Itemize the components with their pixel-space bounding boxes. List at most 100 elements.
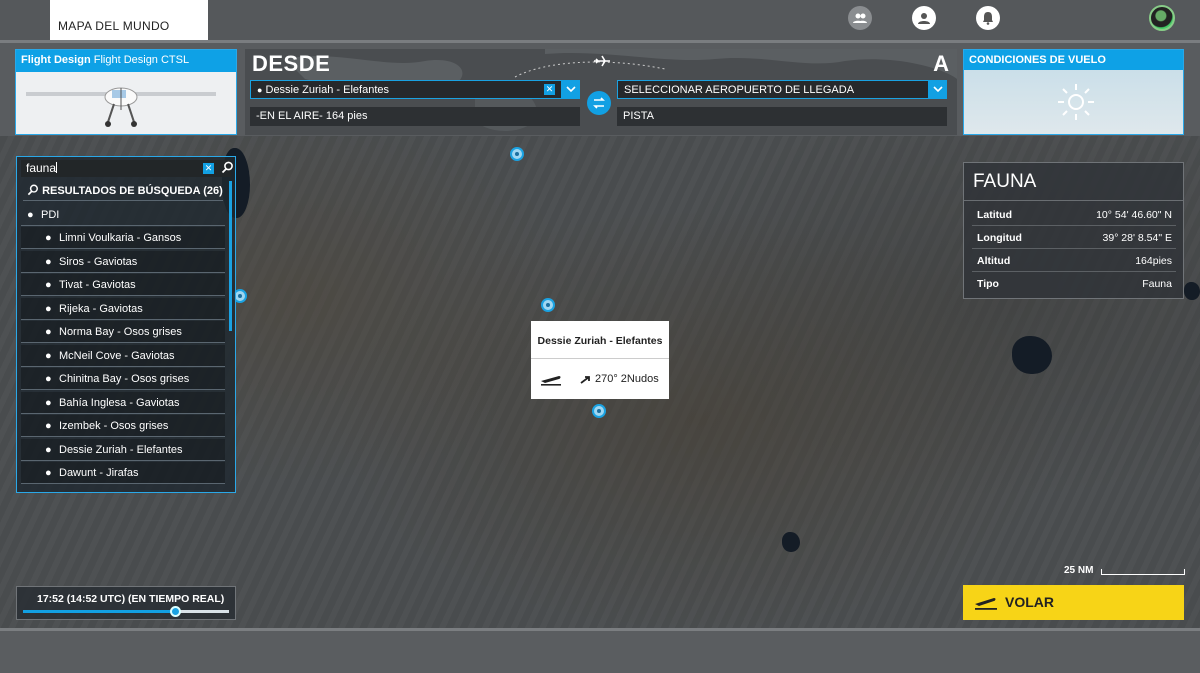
swap-icon <box>593 97 605 109</box>
sun-icon <box>1058 84 1094 120</box>
to-heading: A <box>933 51 949 76</box>
result-item-label: Limni Voulkaria - Gansos <box>59 232 182 244</box>
aircraft-brand: Flight Design <box>21 54 91 66</box>
result-item-label: Dessie Zuriah - Elefantes <box>59 443 183 456</box>
takeoff-icon[interactable] <box>539 371 563 387</box>
scale-bar: 25 NM <box>1064 565 1185 576</box>
search-panel: fauna ✕ RESULTADOS DE BÚSQUEDA (26) ● PDI… <box>16 156 236 493</box>
location-pin-icon: ● <box>45 373 52 385</box>
text-caret <box>56 162 58 173</box>
result-category[interactable]: ● PDI <box>21 204 225 226</box>
result-item-label: Norma Bay - Osos grises <box>59 326 182 338</box>
info-value: 164pies <box>1135 255 1172 267</box>
result-item[interactable]: ● Izembek - Osos grises <box>21 415 225 437</box>
user-avatar[interactable] <box>1149 5 1175 31</box>
result-item[interactable]: ● Rijeka - Gaviotas <box>21 297 225 320</box>
route-panel: DESDE A ● Dessie Zuriah - Elefantes ✕ SE… <box>245 49 957 135</box>
aircraft-model: Flight Design CTSL <box>93 54 190 66</box>
time-slider-handle[interactable] <box>170 606 182 617</box>
tab-world-map[interactable]: MAPA DEL MUNDO <box>50 0 208 40</box>
arrival-runway[interactable]: PISTA <box>617 107 947 126</box>
location-pin-icon: ● <box>45 443 52 456</box>
fly-button[interactable]: VOLAR <box>963 585 1184 620</box>
fly-label: VOLAR <box>1005 594 1054 610</box>
clear-departure-icon[interactable]: ✕ <box>544 84 555 95</box>
map-lake <box>782 532 800 552</box>
result-item-label: Dawunt - Jirafas <box>59 467 139 479</box>
map-poi-pin[interactable] <box>541 298 555 312</box>
takeoff-icon <box>975 598 997 610</box>
location-pin-icon: ● <box>27 209 34 221</box>
departure-value: Dessie Zuriah - Elefantes <box>265 84 390 96</box>
scale-label: 25 NM <box>1064 565 1094 576</box>
category-label: PDI <box>41 209 60 221</box>
departure-status[interactable]: -EN EL AIRE- 164 pies <box>250 107 580 126</box>
search-results-label: RESULTADOS DE BÚSQUEDA (26) <box>42 185 223 197</box>
location-pin-icon: ● <box>45 279 52 291</box>
location-pin-icon: ● <box>45 420 52 432</box>
top-bar: MAPA DEL MUNDO <box>0 0 1200 40</box>
result-item-label: Siros - Gaviotas <box>59 255 138 268</box>
result-item[interactable]: ● Dessie Zuriah - Elefantes <box>21 438 225 461</box>
time-panel: 17:52 (14:52 UTC) (EN TIEMPO REAL) <box>16 586 236 620</box>
result-item[interactable]: ● Chinitna Bay - Osos grises <box>21 368 225 390</box>
location-pin-icon: ● <box>257 85 263 95</box>
info-row-altitude: Altitud 164pies <box>972 249 1176 272</box>
info-value: 39° 28' 8.54" E <box>1102 232 1172 244</box>
search-input[interactable]: fauna <box>21 160 231 177</box>
profile-icon[interactable] <box>912 6 936 30</box>
scale-ruler <box>1101 569 1185 575</box>
chevron-down-icon[interactable] <box>928 80 947 99</box>
result-item[interactable]: ● Bahía Inglesa - Gaviotas <box>21 391 225 414</box>
flight-conditions-card[interactable]: CONDICIONES DE VUELO <box>963 49 1184 135</box>
result-item[interactable]: ● McNeil Cove - Gaviotas <box>21 344 225 367</box>
wind-icon <box>580 376 590 384</box>
chevron-down-icon[interactable] <box>561 80 580 99</box>
friends-icon[interactable] <box>848 6 872 30</box>
map-poi-pin-selected[interactable] <box>592 404 606 418</box>
wind-info: 270° 2Nudos <box>595 373 659 385</box>
flight-plan-strip: Flight Design Flight Design CTSL DESDE A… <box>0 40 1200 136</box>
result-item[interactable]: ● Limni Voulkaria - Gansos <box>21 227 225 249</box>
map-poi-pin[interactable] <box>510 147 524 161</box>
info-title: FAUNA <box>964 163 1183 201</box>
location-pin-icon: ● <box>45 349 52 362</box>
result-item[interactable]: ● Norma Bay - Osos grises <box>21 321 225 343</box>
aircraft-title: Flight Design Flight Design CTSL <box>16 50 236 72</box>
departure-select[interactable]: ● Dessie Zuriah - Elefantes ✕ <box>250 80 580 99</box>
result-item-label: Bahía Inglesa - Gaviotas <box>59 396 180 409</box>
bottom-bar <box>0 628 1200 673</box>
plane-icon <box>594 55 610 67</box>
aircraft-image <box>26 87 216 127</box>
poi-popup[interactable]: Dessie Zuriah - Elefantes 270° 2Nudos <box>531 321 669 399</box>
arrival-placeholder: SELECCIONAR AEROPUERTO DE LLEGADA <box>624 84 855 96</box>
result-item-label: Tivat - Gaviotas <box>59 279 136 291</box>
result-item[interactable]: ● Dawunt - Jirafas <box>21 462 225 484</box>
result-item-label: Rijeka - Gaviotas <box>59 302 143 315</box>
location-pin-icon: ● <box>45 302 52 315</box>
arrival-select[interactable]: SELECCIONAR AEROPUERTO DE LLEGADA <box>617 80 947 99</box>
aircraft-card[interactable]: Flight Design Flight Design CTSL <box>15 49 237 135</box>
time-label: 17:52 (14:52 UTC) (EN TIEMPO REAL) <box>37 593 225 605</box>
info-row-latitude: Latitud 10° 54' 46.60" N <box>972 203 1176 226</box>
search-results-header: RESULTADOS DE BÚSQUEDA (26) <box>23 181 223 201</box>
from-heading: DESDE <box>252 51 331 76</box>
notification-bell-icon[interactable] <box>976 6 1000 30</box>
clear-search-icon[interactable]: ✕ <box>203 163 214 174</box>
info-value: 10° 54' 46.60" N <box>1096 209 1172 221</box>
result-item[interactable]: ● Siros - Gaviotas <box>21 250 225 273</box>
info-key: Altitud <box>977 255 1011 267</box>
info-value: Fauna <box>1142 278 1172 290</box>
info-key: Longitud <box>977 232 1022 244</box>
result-item[interactable]: ● Tivat - Gaviotas <box>21 274 225 296</box>
search-icon[interactable] <box>221 161 234 174</box>
time-slider[interactable] <box>23 606 229 617</box>
scrollbar[interactable] <box>229 181 232 331</box>
flight-conditions-title: CONDICIONES DE VUELO <box>964 50 1183 70</box>
swap-route-button[interactable] <box>587 91 611 115</box>
result-item-label: Izembek - Osos grises <box>59 420 169 432</box>
time-slider-fill <box>23 610 176 613</box>
poi-name: Dessie Zuriah - Elefantes <box>531 321 669 359</box>
location-pin-icon: ● <box>45 232 52 244</box>
result-item-label: Chinitna Bay - Osos grises <box>59 373 190 385</box>
